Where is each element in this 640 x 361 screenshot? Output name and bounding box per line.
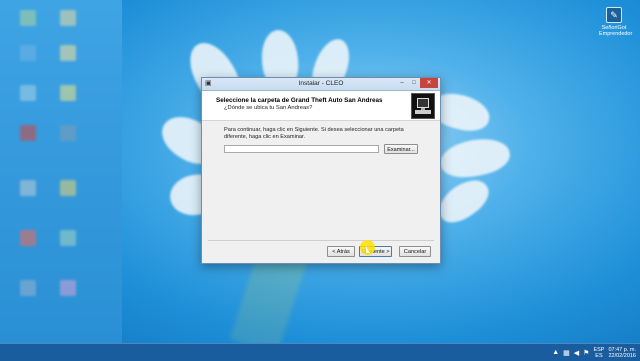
minimize-button[interactable]: – xyxy=(396,78,408,88)
header-title: Seleccione la carpeta de Grand Theft Aut… xyxy=(216,97,383,104)
network-icon[interactable]: ▦ xyxy=(563,349,570,357)
header-subtitle: ¿Dónde se ubica tu San Andreas? xyxy=(224,105,313,111)
desktop-icon[interactable] xyxy=(60,180,76,196)
desktop-icon[interactable] xyxy=(20,230,36,246)
desktop-icon[interactable] xyxy=(60,10,76,26)
cancel-button[interactable]: Cancelar xyxy=(399,246,431,257)
flag-icon[interactable]: ⚑ xyxy=(583,349,589,357)
system-tray: ▲ ▦ ◀ ⚑ ESP ES 07:47 p. m. 22/02/2016 xyxy=(552,345,636,360)
show-hidden-icons-icon[interactable]: ▲ xyxy=(552,349,559,356)
desktop-icon[interactable] xyxy=(60,125,76,141)
maximize-button[interactable]: □ xyxy=(408,78,420,88)
flower-petal xyxy=(431,172,496,230)
close-button[interactable]: ✕ xyxy=(420,78,438,88)
desktop-icon[interactable] xyxy=(20,280,36,296)
folder-path-input[interactable] xyxy=(224,145,379,153)
clock[interactable]: 07:47 p. m. 22/02/2016 xyxy=(608,347,636,359)
installer-dialog: ▣ Instalar - CLEO – □ ✕ Seleccione la ca… xyxy=(201,77,441,264)
desktop-icon[interactable] xyxy=(60,85,76,101)
volume-icon[interactable]: ◀ xyxy=(574,349,579,357)
taskbar: ▲ ▦ ◀ ⚑ ESP ES 07:47 p. m. 22/02/2016 xyxy=(0,343,640,361)
shortcut-label: Emprendedor xyxy=(599,31,633,37)
browse-button[interactable]: Examinar... xyxy=(384,144,418,154)
back-button[interactable]: < Atrás xyxy=(327,246,355,257)
desktop-icon[interactable] xyxy=(20,45,36,61)
desktop-icon[interactable] xyxy=(60,280,76,296)
titlebar[interactable]: ▣ Instalar - CLEO – □ ✕ xyxy=(202,78,440,91)
wizard-body: Para continuar, haga clic en Siguiente. … xyxy=(202,121,440,239)
wizard-header: Seleccione la carpeta de Grand Theft Aut… xyxy=(202,91,440,121)
desktop-icon[interactable] xyxy=(20,125,36,141)
mouse-pointer-icon xyxy=(366,246,370,253)
desktop-icon[interactable] xyxy=(20,85,36,101)
desktop-icon[interactable] xyxy=(60,45,76,61)
app-shortcut-icon: ✎ xyxy=(606,7,622,23)
instructions-text: Para continuar, haga clic en Siguiente. … xyxy=(224,127,404,140)
computer-icon xyxy=(411,93,435,119)
desktop-icons-column xyxy=(0,0,122,343)
desktop-icon[interactable] xyxy=(20,180,36,196)
desktop-icon[interactable] xyxy=(60,230,76,246)
language-indicator[interactable]: ESP ES xyxy=(593,347,604,359)
desktop-icon[interactable] xyxy=(20,10,36,26)
flower-petal xyxy=(437,134,513,182)
divider xyxy=(208,240,434,241)
desktop-shortcut-senorigot[interactable]: ✎ SeñoriGot Emprendedor xyxy=(599,7,633,37)
